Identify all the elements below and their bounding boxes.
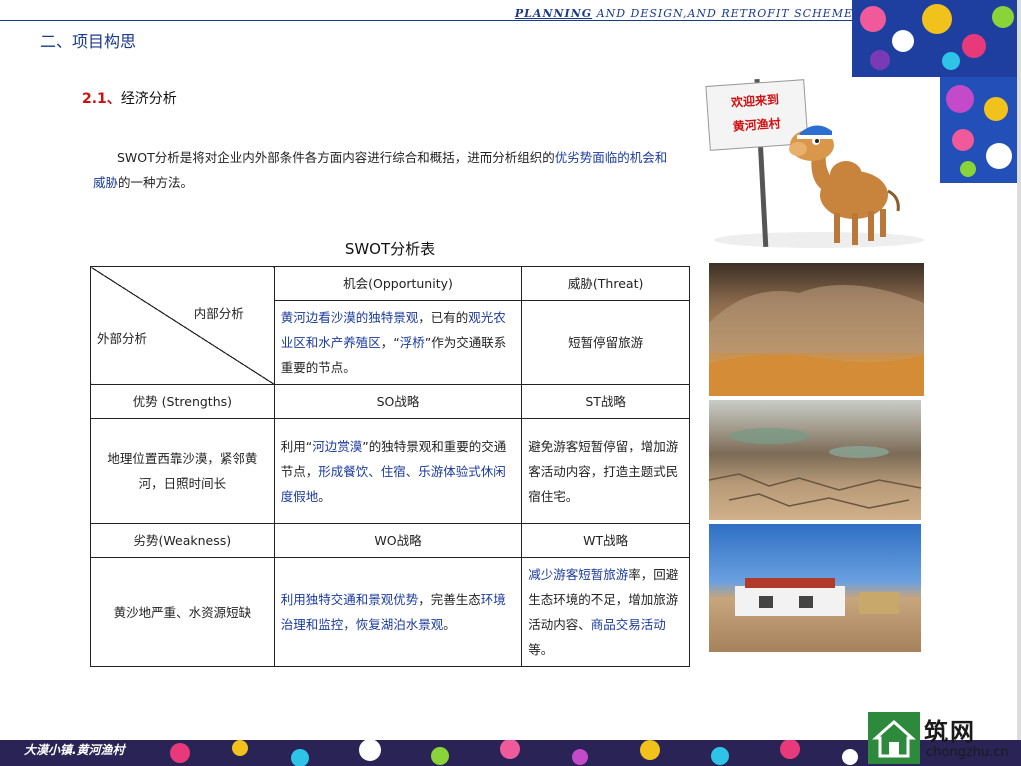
- table-row: 劣势(Weakness) WO战略 WT战略: [90, 523, 690, 558]
- lakebed-illustration: [709, 428, 921, 509]
- dry-lakebed-photo: [709, 400, 921, 520]
- opportunity-cell: 黄河边看沙漠的独特景观，已有的观光农业区和水产养殖区，“浮桥”作为交通联系重要的…: [273, 300, 523, 385]
- camel-illustration: 欢迎来到 黄河渔村: [705, 78, 924, 248]
- corner-internal-label: 内部分析: [193, 306, 244, 321]
- header-threat: 威胁(Threat): [521, 266, 690, 301]
- page-edge: [1017, 0, 1021, 740]
- table-row: 内部分析 外部分析 机会(Opportunity) 威胁(Threat): [90, 266, 690, 385]
- so-cell: 利用“河边赏漠”的独特景观和重要的交通节点，形成餐饮、住宿、乐游体验式休闲度假地…: [273, 418, 523, 524]
- table-row: 地理位置西靠沙漠，紧邻黄河，日照时间长 利用“河边赏漠”的独特景观和重要的交通节…: [90, 418, 690, 524]
- wo-label: WO战略: [273, 523, 523, 558]
- house-icon: [868, 712, 920, 764]
- floral-decoration-top: [852, 0, 1021, 77]
- logo-chinese-text: 筑网: [924, 717, 976, 746]
- house-icon-shape: [872, 719, 916, 758]
- wt-label: WT战略: [521, 523, 690, 558]
- village-illustration: [735, 578, 899, 616]
- table-row: 黄沙地严重、水资源短缺 利用独特交通和景观优势，完善生态环境治理和监控，恢复湖泊…: [90, 557, 690, 667]
- sandstorm-photo: [709, 263, 924, 396]
- st-cell: 避免游客短暂停留，增加游客活动内容，打造主题式民宿住宅。: [521, 418, 690, 524]
- wt-cell: 减少游客短暂旅游率，回避生态环境的不足，增加旅游活动内容、商品交易活动等。: [521, 557, 690, 667]
- camel-sign-illustration: 欢迎来到 黄河渔村: [704, 75, 934, 250]
- section-title: 二、项目构思: [40, 32, 137, 51]
- table-caption: SWOT分析表: [344, 240, 436, 258]
- row-strengths-label: 优势 (Strengths): [90, 384, 275, 419]
- footer-label: 大漠小镇.黄河渔村: [24, 743, 125, 757]
- table-row: 优势 (Strengths) SO战略 ST战略: [90, 384, 690, 419]
- corner-cell: 内部分析 外部分析: [90, 266, 275, 385]
- corner-external-label: 外部分析: [97, 331, 148, 346]
- threat-cell: 短暂停留旅游: [521, 300, 690, 385]
- sandstorm-illustration: [709, 285, 924, 396]
- strengths-cell: 地理位置西靠沙漠，紧邻黄河，日照时间长: [90, 418, 275, 524]
- floral-decoration-side: [940, 77, 1021, 183]
- logo-url-text: chongzhu.cn: [926, 745, 1009, 760]
- header-title: PLANNING AND DESIGN,AND RETROFIT SCHEME: [514, 7, 853, 20]
- row-weakness-label: 劣势(Weakness): [90, 523, 275, 558]
- intro-paragraph: SWOT分析是将对企业内外部条件各方面内容进行综合和概括，进而分析组织的优劣势面…: [93, 150, 668, 190]
- subsection-title: 2.1、经济分析: [82, 91, 177, 107]
- weakness-cell: 黄沙地严重、水资源短缺: [90, 557, 275, 667]
- village-house-photo: [709, 524, 921, 652]
- wo-cell: 利用独特交通和景观优势，完善生态环境治理和监控，恢复湖泊水景观。: [273, 557, 523, 667]
- watermark-logo: 筑网 chongzhu.cn: [868, 712, 1018, 766]
- header-opportunity: 机会(Opportunity): [273, 266, 523, 301]
- header-rule: [0, 20, 852, 21]
- so-label: SO战略: [273, 384, 523, 419]
- st-label: ST战略: [521, 384, 690, 419]
- swot-table: 内部分析 外部分析 机会(Opportunity) 威胁(Threat) 黄河边…: [90, 266, 690, 667]
